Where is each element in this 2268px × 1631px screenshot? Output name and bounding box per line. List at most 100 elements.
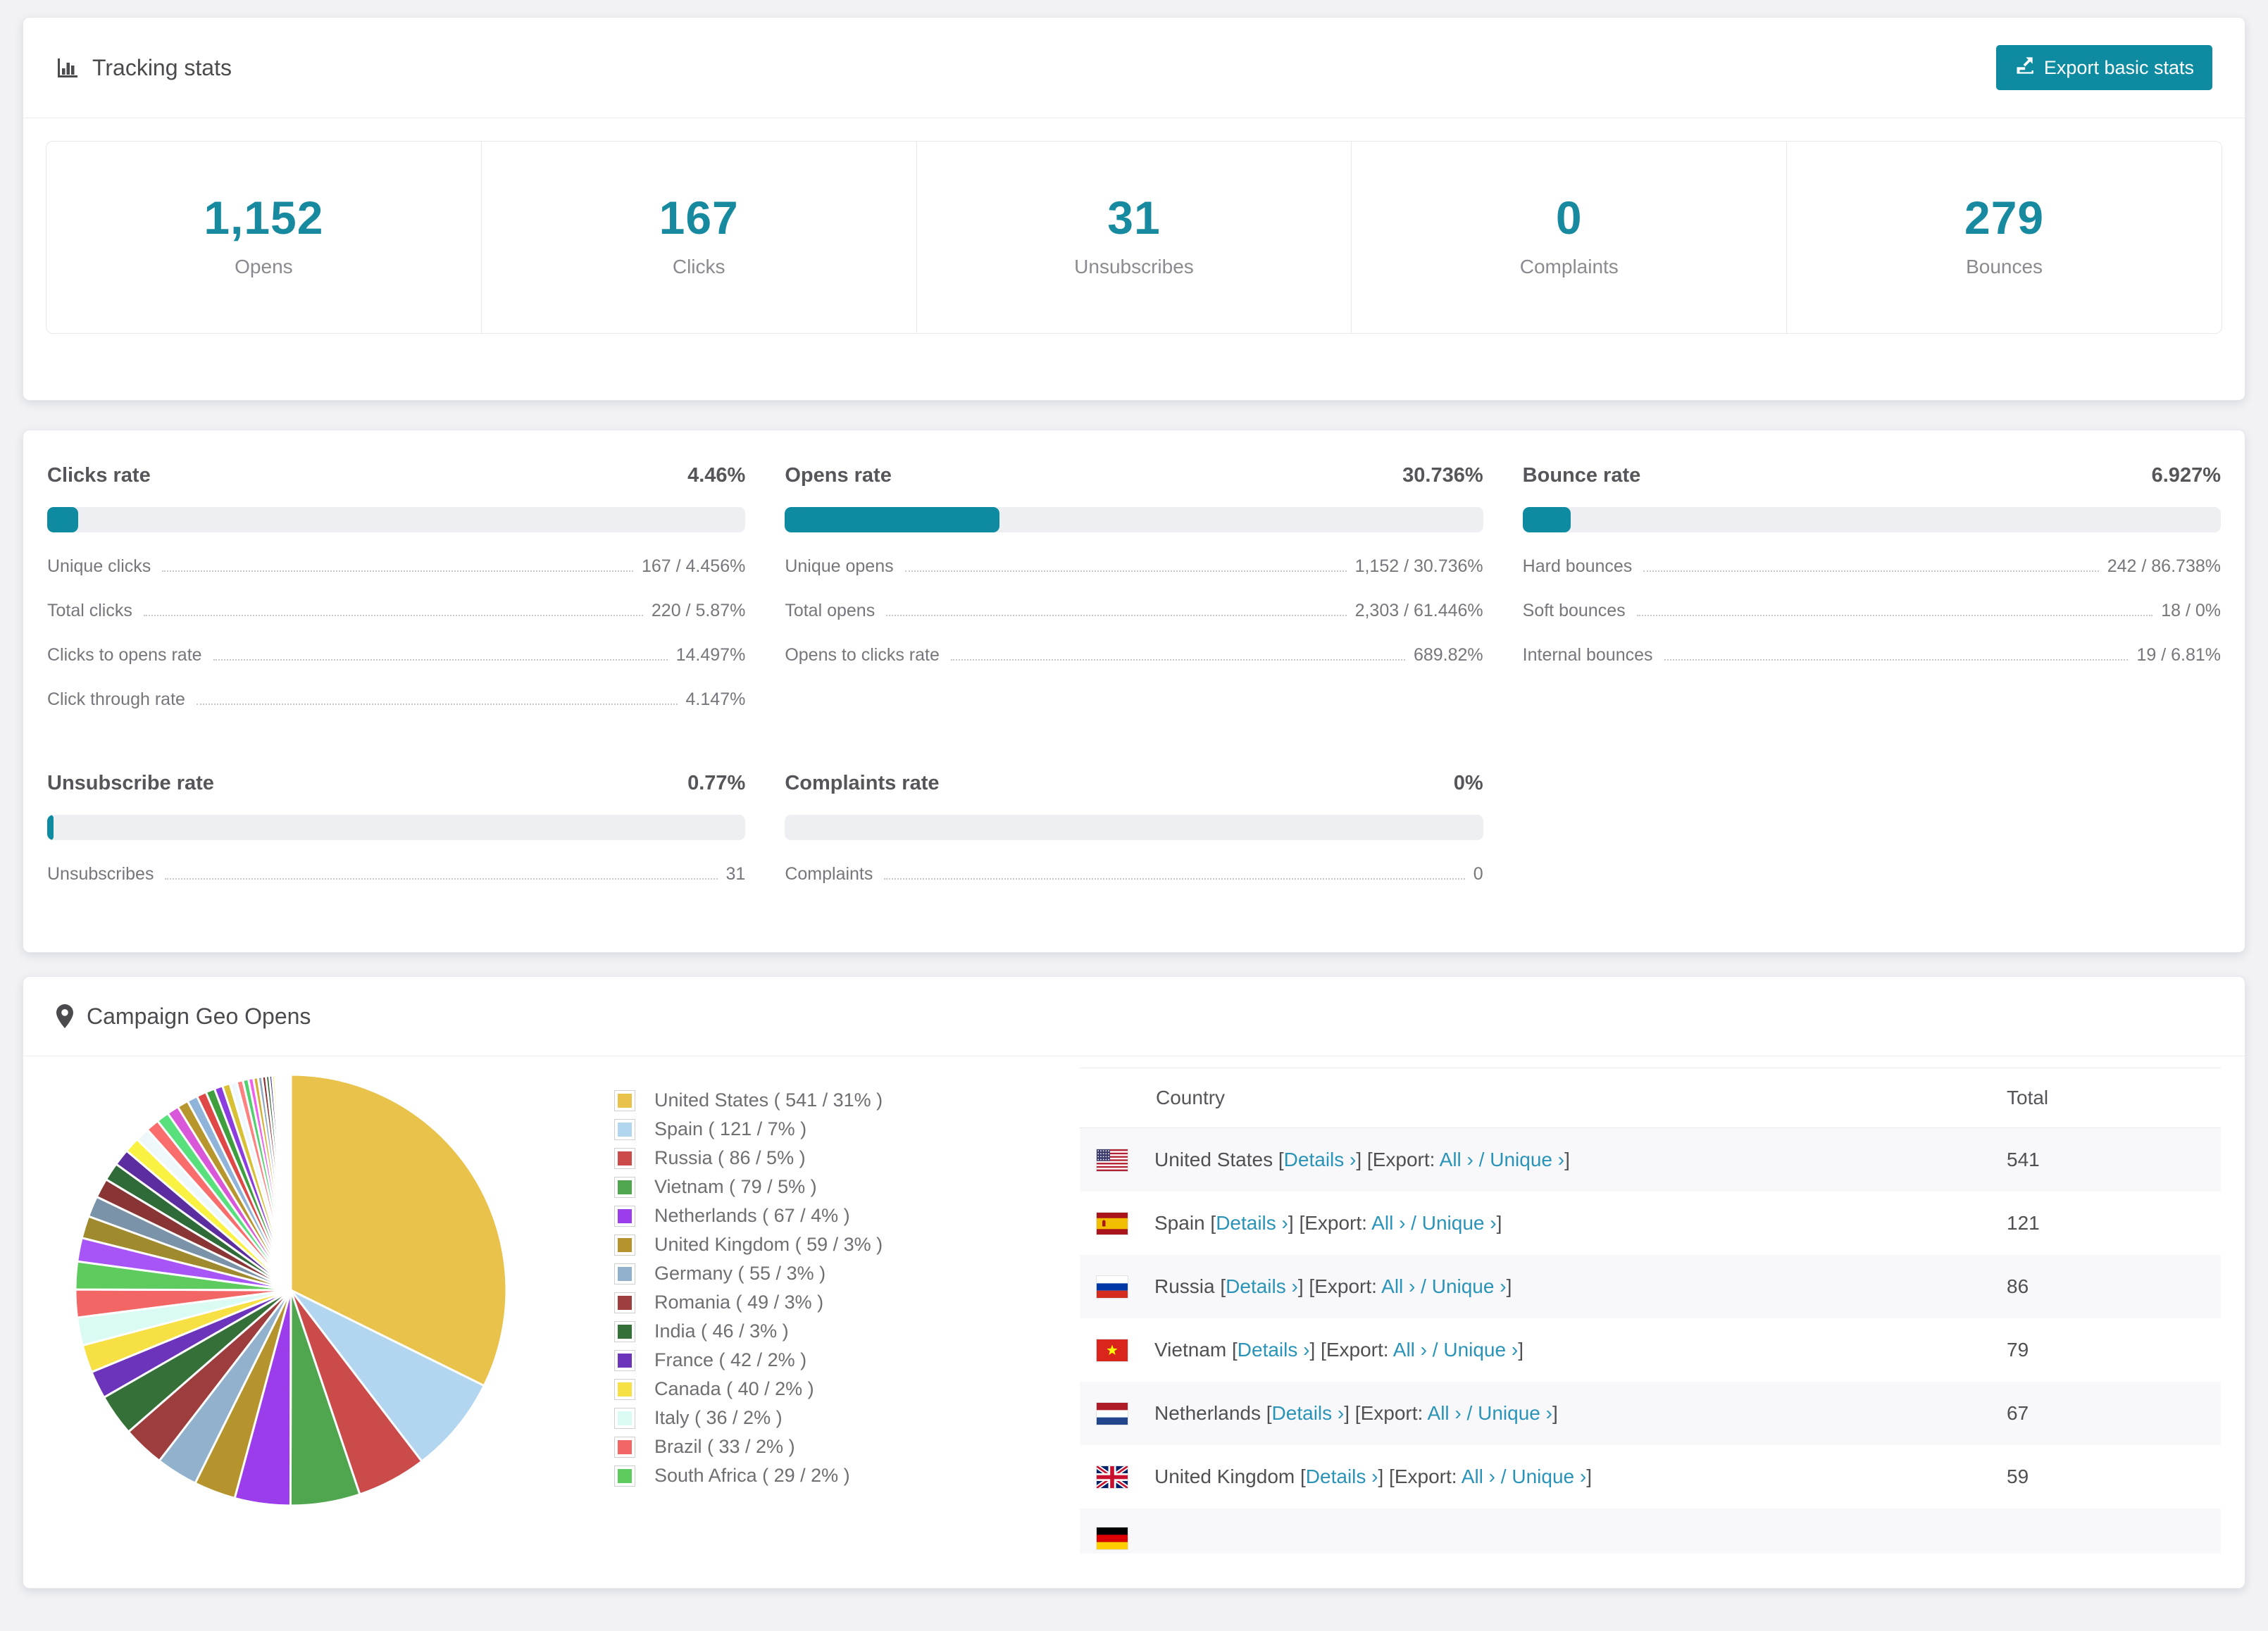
metric-row: Unsubscribes 31 (47, 864, 745, 885)
export-all-link[interactable]: All › (1462, 1466, 1495, 1487)
rate-progress-fill (47, 507, 79, 532)
export-all-link[interactable]: All › (1428, 1402, 1462, 1424)
metric-label: Hard bounces (1522, 556, 1633, 576)
page-title: Tracking stats (92, 54, 232, 80)
legend-label: Romania ( 49 / 3% ) (654, 1292, 824, 1313)
legend-item: Italy ( 36 / 2% ) (615, 1404, 1073, 1432)
row-text: [ (1260, 1402, 1272, 1424)
metric-row: Unique clicks 167 / 4.456% (47, 556, 745, 577)
metric-value: 14.497% (675, 645, 746, 665)
legend-label: South Africa ( 29 / 2% ) (654, 1465, 850, 1486)
table-row-nl: Netherlands [Details ›] [Export: All › /… (1080, 1382, 2221, 1445)
metric-value: 18 / 0% (2161, 601, 2221, 620)
metric-row: Opens to clicks rate 689.82% (785, 645, 1483, 665)
dotted-leader (1643, 570, 2099, 572)
legend-item: India ( 46 / 3% ) (615, 1317, 1073, 1346)
export-basic-stats-button[interactable]: Export basic stats (1995, 45, 2212, 90)
export-all-link[interactable]: All › (1440, 1149, 1473, 1170)
details-link[interactable]: Details › (1226, 1275, 1298, 1297)
metric-value: 689.82% (1413, 645, 1483, 665)
country-column-header: Country (1156, 1087, 1226, 1108)
export-unique-link[interactable]: Unique › (1443, 1339, 1518, 1361)
dotted-leader (196, 704, 678, 705)
pie-slice (289, 1073, 292, 1291)
country-cell: Netherlands [Details ›] [Export: All › /… (1097, 1402, 2007, 1425)
metric-label: Total clicks (47, 601, 132, 620)
details-link[interactable]: Details › (1284, 1149, 1357, 1170)
rate-block-unsubscribe-rate: Unsubscribe rate 0.77% Unsubscribes 31 (47, 772, 746, 885)
export-button-label: Export basic stats (2043, 56, 2194, 78)
export-all-link[interactable]: All › (1393, 1339, 1427, 1361)
metric-value: 167 / 4.456% (641, 556, 746, 576)
details-link[interactable]: Details › (1272, 1402, 1345, 1424)
export-unique-link[interactable]: Unique › (1490, 1149, 1564, 1170)
country-name: Russia (1154, 1275, 1215, 1297)
table-row-gb: United Kingdom [Details ›] [Export: All … (1080, 1445, 2221, 1508)
rate-value: 6.927% (2151, 464, 2221, 487)
rate-header: Complaints rate 0% (785, 772, 1483, 795)
stat-label: Unsubscribes (1074, 256, 1194, 277)
row-text: [ (1214, 1275, 1226, 1297)
legend-item: Russia ( 86 / 5% ) (615, 1144, 1073, 1173)
row-text: [ (1273, 1149, 1284, 1170)
export-unique-link[interactable]: Unique › (1478, 1402, 1552, 1424)
legend-swatch (615, 1292, 635, 1313)
row-text: ] (1552, 1402, 1558, 1424)
export-unique-link[interactable]: Unique › (1422, 1212, 1497, 1234)
country-links: Russia [Details ›] [Export: All › / Uniq… (1154, 1275, 1512, 1298)
export-all-link[interactable]: All › (1371, 1212, 1405, 1234)
page: Tracking stats Export basic stats 1,152 O… (0, 17, 2268, 1589)
rate-value: 0.77% (687, 772, 746, 794)
export-unique-link[interactable]: Unique › (1432, 1275, 1507, 1297)
flag-vn-icon (1097, 1339, 1128, 1361)
stat-label: Complaints (1519, 256, 1619, 277)
table-row-vn: Vietnam [Details ›] [Export: All › / Uni… (1080, 1318, 2221, 1382)
geo-table: Country Total United States [Details ›] … (1080, 1061, 2221, 1588)
geo-table-rows: United States [Details ›] [Export: All ›… (1080, 1128, 2221, 1554)
legend-swatch (615, 1408, 635, 1428)
country-links: Netherlands [Details ›] [Export: All › /… (1154, 1402, 1558, 1425)
rate-header: Unsubscribe rate 0.77% (47, 772, 745, 795)
stat-value: 279 (1964, 192, 2045, 244)
dotted-leader (162, 570, 633, 572)
legend-swatch (615, 1350, 635, 1370)
legend-label: Italy ( 36 / 2% ) (654, 1407, 783, 1428)
legend-item: France ( 42 / 2% ) (615, 1346, 1073, 1375)
rate-block-bounce-rate: Bounce rate 6.927% Hard bounces 242 / 86.73… (1522, 464, 2221, 710)
map-pin-icon (56, 1004, 74, 1029)
legend-label: Canada ( 40 / 2% ) (654, 1378, 814, 1399)
country-links: United States [Details ›] [Export: All ›… (1154, 1149, 1570, 1171)
country-name: Spain (1154, 1212, 1205, 1234)
export-all-link[interactable]: All › (1381, 1275, 1415, 1297)
rate-name: Unsubscribe rate (47, 772, 214, 794)
pie-legend: United States ( 541 / 31% ) Spain ( 121 /… (615, 1061, 1073, 1588)
row-text: [ (1204, 1212, 1216, 1234)
metric-label: Complaints (785, 864, 873, 884)
export-unique-link[interactable]: Unique › (1512, 1466, 1586, 1487)
geo-body: United States ( 541 / 31% ) Spain ( 121 /… (23, 1056, 2245, 1588)
legend-item: United Kingdom ( 59 / 3% ) (615, 1230, 1073, 1259)
legend-item: Canada ( 40 / 2% ) (615, 1375, 1073, 1404)
tracking-stats-card: Tracking stats Export basic stats 1,152 O… (23, 17, 2245, 401)
country-cell: Spain [Details ›] [Export: All › / Uniqu… (1097, 1212, 2007, 1235)
rates-card: Clicks rate 4.46% Unique clicks 167 / 4.456… (23, 430, 2245, 953)
stat-cell-unsubscribes: 31 Unsubscribes (917, 142, 1352, 333)
dotted-leader (904, 570, 1347, 572)
details-link[interactable]: Details › (1216, 1212, 1288, 1234)
legend-label: United States ( 541 / 31% ) (654, 1089, 883, 1111)
details-link[interactable]: Details › (1238, 1339, 1310, 1361)
legend-label: United Kingdom ( 59 / 3% ) (654, 1234, 883, 1255)
tracking-card-body: 1,152 Opens 167 Clicks 31 Unsubscribes 0 Compla… (23, 118, 2245, 400)
rate-value: 0% (1453, 772, 1483, 794)
dotted-leader (950, 659, 1405, 661)
details-link[interactable]: Details › (1306, 1466, 1378, 1487)
row-text: ] [Export: (1309, 1339, 1393, 1361)
dotted-leader (143, 615, 643, 616)
legend-label: India ( 46 / 3% ) (654, 1320, 789, 1342)
metric-row: Unique opens 1,152 / 30.736% (785, 556, 1483, 577)
metric-label: Unsubscribes (47, 864, 154, 884)
table-row-es: Spain [Details ›] [Export: All › / Uniqu… (1080, 1192, 2221, 1255)
row-text: ] [Export: (1297, 1275, 1382, 1297)
legend-swatch (615, 1466, 635, 1486)
legend-label: Netherlands ( 67 / 4% ) (654, 1205, 850, 1226)
